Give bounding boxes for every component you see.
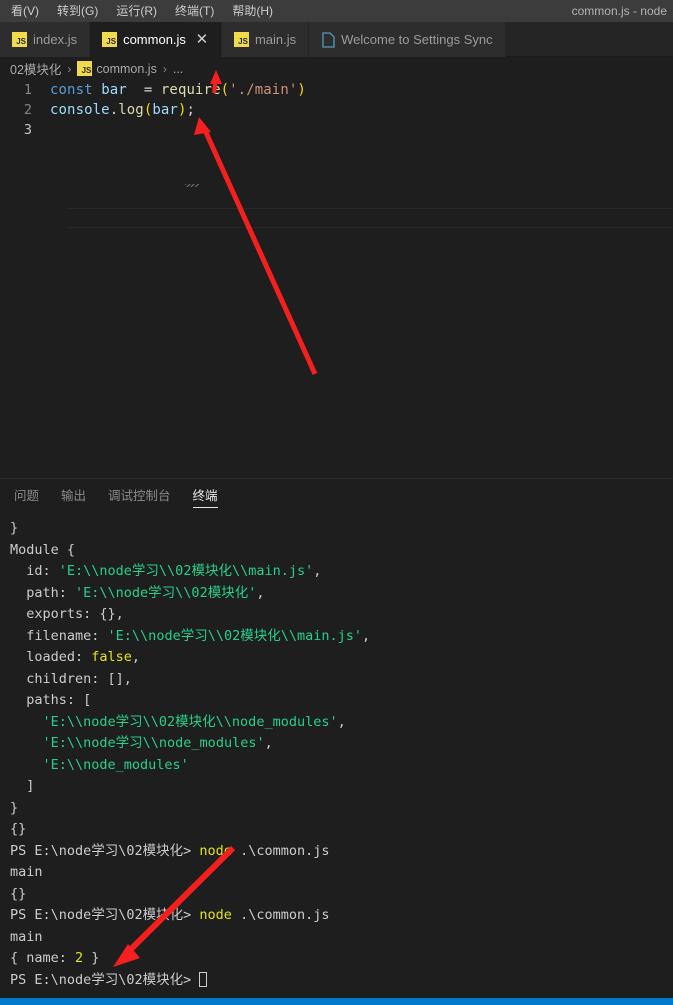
terminal-line: } bbox=[10, 520, 19, 536]
breadcrumb-symbol[interactable]: ... bbox=[173, 62, 183, 76]
bottom-panel: 问题 输出 调试控制台 终端 } Module { id: 'E:\\node学习\\0… bbox=[0, 478, 673, 999]
editor-tab-common-js[interactable]: JS common.js ✕ bbox=[90, 22, 222, 57]
terminal-line: 'E:\\node学习\\node_modules', bbox=[42, 735, 273, 751]
code-lines: 1 const bar = require('./main') 2 console.l… bbox=[0, 80, 673, 140]
menu-item-3[interactable]: 终端(T) bbox=[166, 0, 223, 22]
code-line: 2 console.log(bar); bbox=[0, 100, 673, 120]
menu-item-1[interactable]: 转到(G) bbox=[48, 0, 107, 22]
terminal-line: exports: {}, bbox=[10, 606, 124, 622]
panel-tab-bar: 问题 输出 调试控制台 终端 bbox=[0, 479, 673, 514]
breadcrumb-separator-icon: › bbox=[67, 61, 72, 76]
status-bar bbox=[0, 998, 673, 1005]
editor-tab-label: index.js bbox=[33, 32, 78, 47]
terminal-line: { name: 2 } bbox=[10, 950, 100, 966]
terminal-line: {} bbox=[10, 885, 27, 902]
js-file-icon: JS bbox=[102, 32, 118, 47]
terminal-line: ] bbox=[10, 778, 35, 794]
panel-tab-0[interactable]: 问题 bbox=[14, 479, 39, 514]
title-bar: 看(V) 转到(G) 运行(R) 终端(T) 帮助(H) common.js - nod… bbox=[0, 0, 673, 22]
terminal-line: filename: 'E:\\node学习\\02模块化\\main.js', bbox=[10, 627, 371, 644]
breadcrumb-separator-icon-2: › bbox=[162, 61, 167, 76]
window-title: common.js - node bbox=[571, 4, 667, 18]
terminal-line: 'E:\\node学习\\02模块化\\node_modules', bbox=[42, 713, 346, 730]
breadcrumb-folder[interactable]: 02模块化 bbox=[10, 59, 61, 78]
terminal-line: PS E:\node学习\02模块化> bbox=[10, 970, 673, 992]
panel-tab-1[interactable]: 输出 bbox=[61, 479, 86, 514]
editor-tab-label: Welcome to Settings Sync bbox=[341, 32, 493, 47]
js-file-icon: JS bbox=[233, 32, 249, 47]
js-file-icon: JS bbox=[77, 61, 93, 76]
terminal-line: Module { bbox=[10, 541, 76, 558]
code-hint-squiggle bbox=[185, 184, 199, 187]
line-number: 3 bbox=[23, 122, 32, 138]
terminal-line: PS E:\node学习\02模块化> node .\common.js bbox=[10, 907, 330, 923]
breadcrumb-folder-label: 02模块化 bbox=[10, 63, 62, 77]
terminal-output[interactable]: } Module { id: 'E:\\node学习\\02模块化\\main.j… bbox=[0, 514, 673, 1000]
terminal-line: loaded: false, bbox=[10, 649, 141, 665]
editor-tab-index-js[interactable]: JS index.js bbox=[0, 22, 91, 57]
terminal-line: id: 'E:\\node学习\\02模块化\\main.js', bbox=[10, 563, 322, 579]
terminal-line: children: [], bbox=[10, 670, 132, 687]
code-text: console.log(bar); bbox=[50, 102, 196, 118]
terminal-line: 'E:\\node_modules' bbox=[42, 756, 189, 773]
panel-tab-2[interactable]: 调试控制台 bbox=[108, 479, 171, 514]
terminal-line: PS E:\node学习\02模块化> node .\common.js bbox=[10, 842, 330, 859]
menu-item-0[interactable]: 看(V) bbox=[2, 0, 48, 22]
editor-tab-main-js[interactable]: JS main.js bbox=[221, 22, 310, 57]
terminal-line: main bbox=[10, 928, 43, 945]
js-file-icon: JS bbox=[12, 32, 27, 47]
terminal-line: } bbox=[10, 799, 19, 816]
terminal-line: {} bbox=[10, 821, 27, 837]
editor-tab-welcome[interactable]: Welcome to Settings Sync bbox=[309, 22, 506, 57]
editor-tab-bar: JS index.js JS common.js ✕ JS main.js Welcome t… bbox=[0, 22, 673, 57]
close-icon[interactable]: ✕ bbox=[195, 32, 209, 47]
current-line-highlight bbox=[68, 208, 673, 228]
blue-file-icon bbox=[322, 31, 335, 48]
terminal-line: main bbox=[10, 864, 43, 880]
vscode-window: 看(V) 转到(G) 运行(R) 终端(T) 帮助(H) common.js - nod… bbox=[0, 0, 673, 1005]
breadcrumb-file[interactable]: JS common.js bbox=[77, 61, 157, 76]
terminal-cursor bbox=[199, 971, 208, 987]
menu-item-2[interactable]: 运行(R) bbox=[107, 0, 166, 22]
breadcrumb: 02模块化 › JS common.js › ... bbox=[0, 57, 673, 80]
breadcrumb-symbol-label: ... bbox=[172, 61, 184, 76]
code-line: 3 bbox=[0, 120, 673, 140]
terminal-line: path: 'E:\\node学习\\02模块化', bbox=[10, 584, 265, 601]
code-editor[interactable]: 1 const bar = require('./main') 2 console.l… bbox=[0, 80, 673, 478]
breadcrumb-file-label: common.js bbox=[96, 61, 157, 76]
menu-item-4[interactable]: 帮助(H) bbox=[223, 0, 282, 22]
code-line: 1 const bar = require('./main') bbox=[0, 80, 673, 100]
line-number: 2 bbox=[23, 102, 32, 118]
editor-tab-label: common.js bbox=[123, 32, 186, 47]
code-text: const bar = require('./main') bbox=[50, 82, 306, 98]
editor-tab-label: main.js bbox=[254, 32, 297, 47]
panel-tab-3[interactable]: 终端 bbox=[192, 479, 218, 514]
line-number: 1 bbox=[23, 82, 32, 98]
menu-bar: 看(V) 转到(G) 运行(R) 终端(T) 帮助(H) bbox=[0, 0, 282, 22]
terminal-line: paths: [ bbox=[10, 692, 92, 708]
